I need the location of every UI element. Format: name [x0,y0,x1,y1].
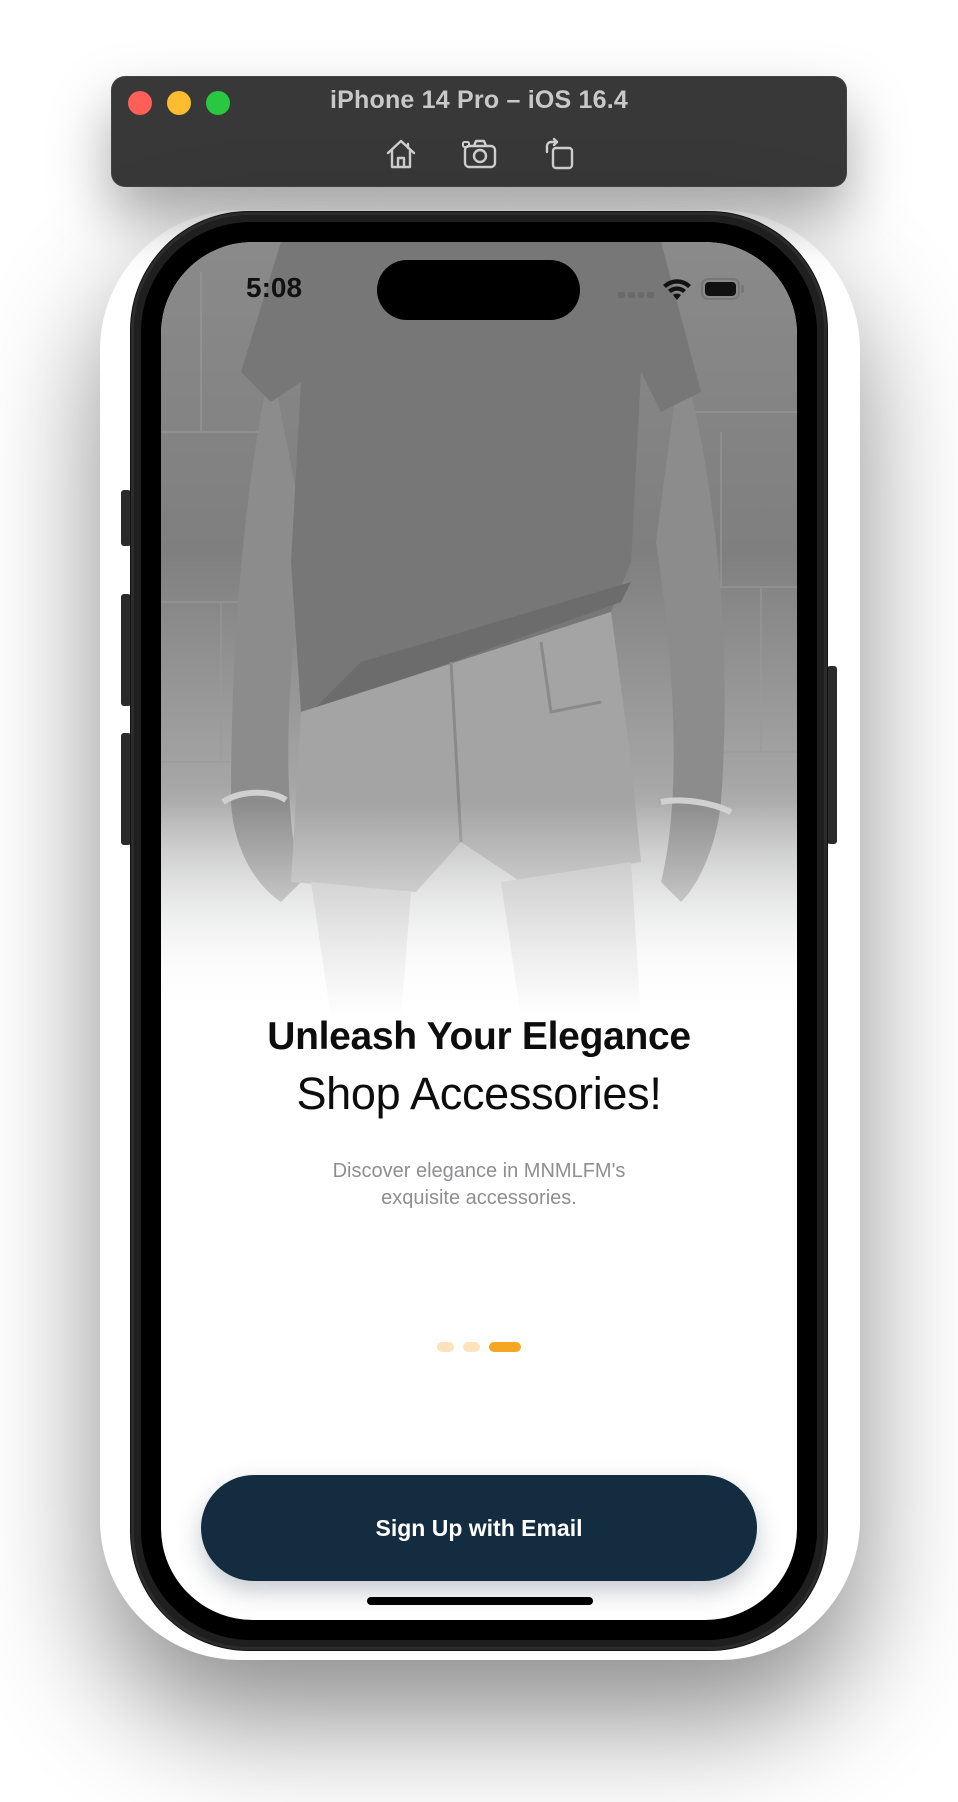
onboarding-description: Discover elegance in MNMLFM's exquisite … [332,1160,626,1209]
dynamic-island [377,260,580,320]
mute-switch [121,490,131,546]
page-indicator [437,1342,521,1352]
cellular-icon [618,292,654,298]
volume-down-button [121,733,131,845]
sign-up-email-button[interactable]: Sign Up with Email [201,1475,757,1581]
hero-image [161,242,797,1017]
home-indicator[interactable] [367,1597,593,1605]
battery-icon [701,278,744,300]
onboarding-headline: Unleash Your Elegance [267,1015,691,1058]
home-icon[interactable] [383,136,419,172]
simulator-title: iPhone 14 Pro – iOS 16.4 [330,86,628,114]
volume-up-button [121,594,131,706]
power-button [827,666,837,844]
screenshot-icon[interactable] [462,136,498,172]
device-screen: 5:08 Unleash Your Elegance Shop Accessor… [161,242,797,1620]
page-dot[interactable] [437,1342,454,1352]
status-time: 5:08 [246,272,303,303]
page-dot[interactable] [463,1342,480,1352]
wifi-icon [663,279,691,300]
onboarding-subheadline: Shop Accessories! [296,1068,662,1119]
simulator-canvas: iPhone 14 Pro – iOS 16.4 5:08 Unleash Yo… [0,0,958,1802]
page-dot[interactable] [489,1342,521,1352]
simulator-title-bar: iPhone 14 Pro – iOS 16.4 [111,76,847,187]
rotate-icon[interactable] [541,136,577,172]
hero-fade-overlay [161,802,797,1017]
